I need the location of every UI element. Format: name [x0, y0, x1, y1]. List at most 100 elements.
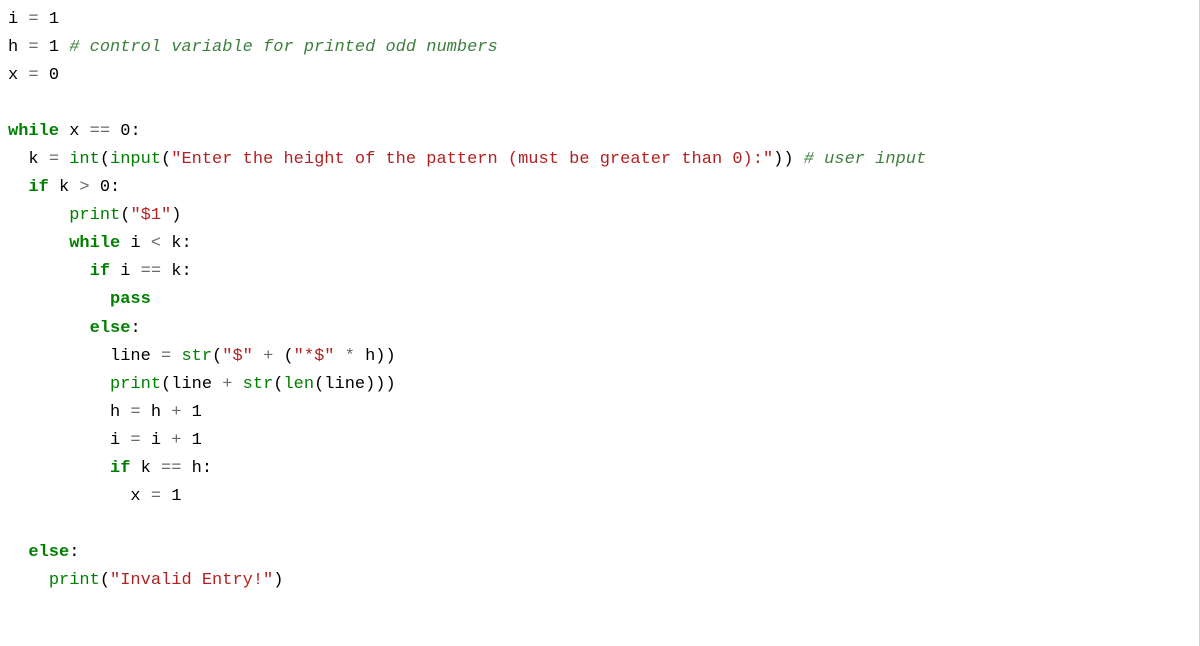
code-token: else — [90, 319, 131, 338]
code-token: h — [141, 403, 172, 422]
code-token — [8, 234, 69, 253]
code-token — [8, 290, 110, 309]
code-token: < — [151, 234, 161, 253]
code-token: ( — [161, 150, 171, 169]
code-token: "*$" — [294, 347, 335, 366]
code-token: # user input — [804, 150, 926, 169]
code-token: : — [69, 543, 79, 562]
code-line: else: — [8, 539, 1193, 567]
code-token: == — [161, 459, 181, 478]
code-token: 0 — [49, 66, 59, 85]
code-token — [8, 319, 90, 338]
code-line: pass — [8, 286, 1193, 314]
code-token: 0 — [100, 178, 110, 197]
code-token: 1 — [192, 403, 202, 422]
code-token — [8, 543, 28, 562]
code-token: 1 — [49, 10, 59, 29]
code-line — [8, 90, 1193, 118]
code-line: k = int(input("Enter the height of the p… — [8, 146, 1193, 174]
code-token: h)) — [355, 347, 396, 366]
code-token — [232, 375, 242, 394]
code-token: = — [49, 150, 59, 169]
code-token — [253, 347, 263, 366]
code-line: while i < k: — [8, 230, 1193, 258]
code-token: "Invalid Entry!" — [110, 571, 273, 590]
code-token — [8, 178, 28, 197]
code-block: i = 1 h = 1 # control variable for printe… — [0, 0, 1200, 646]
code-token: > — [79, 178, 89, 197]
code-line: line = str("$" + ("*$" * h)) — [8, 343, 1193, 371]
code-token — [39, 38, 49, 57]
code-token: i — [8, 10, 28, 29]
code-token: input — [110, 150, 161, 169]
code-token: : — [130, 319, 140, 338]
code-token: print — [110, 375, 161, 394]
code-line: print("Invalid Entry!") — [8, 567, 1193, 595]
code-token — [39, 10, 49, 29]
code-token — [8, 206, 69, 225]
code-token: print — [49, 571, 100, 590]
code-line: x = 0 — [8, 62, 1193, 90]
code-token: "$1" — [130, 206, 171, 225]
code-token: h: — [181, 459, 212, 478]
code-token: x — [8, 66, 28, 85]
code-token: = — [28, 10, 38, 29]
code-token: len — [283, 375, 314, 394]
code-token: # control variable for printed odd numbe… — [69, 38, 497, 57]
code-token: ( — [273, 375, 283, 394]
code-token: while — [8, 122, 59, 141]
code-token: print — [69, 206, 120, 225]
code-line: h = h + 1 — [8, 399, 1193, 427]
code-token: "Enter the height of the pattern (must b… — [171, 150, 773, 169]
code-token: ( — [100, 150, 110, 169]
code-token: ) — [171, 206, 181, 225]
code-token: * — [345, 347, 355, 366]
code-token: "$" — [222, 347, 253, 366]
code-token: str — [181, 347, 212, 366]
code-token: i — [120, 234, 151, 253]
code-token: i — [141, 431, 172, 450]
code-token — [59, 150, 69, 169]
code-token — [181, 403, 191, 422]
code-token: str — [243, 375, 274, 394]
code-token: = — [28, 66, 38, 85]
code-token: pass — [110, 290, 151, 309]
code-token: k: — [161, 262, 192, 281]
code-token: + — [171, 431, 181, 450]
code-token: ( — [100, 571, 110, 590]
code-token: = — [161, 347, 171, 366]
code-token: 1 — [49, 38, 59, 57]
code-token: x — [8, 487, 151, 506]
code-token: (line))) — [314, 375, 396, 394]
code-token: = — [151, 487, 161, 506]
code-token: x — [59, 122, 90, 141]
code-token: ( — [212, 347, 222, 366]
code-token — [334, 347, 344, 366]
code-token: 1 — [192, 431, 202, 450]
code-token: if — [110, 459, 130, 478]
code-line: if k > 0: — [8, 174, 1193, 202]
code-token: = — [130, 403, 140, 422]
code-token — [110, 122, 120, 141]
code-token: ( — [120, 206, 130, 225]
code-token: 0 — [120, 122, 130, 141]
code-token — [8, 375, 110, 394]
code-token — [59, 38, 69, 57]
code-token — [171, 347, 181, 366]
code-line: else: — [8, 315, 1193, 343]
code-line: print("$1") — [8, 202, 1193, 230]
code-token: h — [8, 38, 28, 57]
code-token — [161, 487, 171, 506]
code-token: + — [171, 403, 181, 422]
code-token — [39, 66, 49, 85]
code-token: ( — [273, 347, 293, 366]
code-token: line — [8, 347, 161, 366]
code-token: i — [8, 431, 130, 450]
code-token: while — [69, 234, 120, 253]
code-token: : — [130, 122, 140, 141]
code-token: (line — [161, 375, 222, 394]
code-token: = — [130, 431, 140, 450]
code-line: i = 1 — [8, 6, 1193, 34]
code-token: + — [263, 347, 273, 366]
code-token: i — [110, 262, 141, 281]
